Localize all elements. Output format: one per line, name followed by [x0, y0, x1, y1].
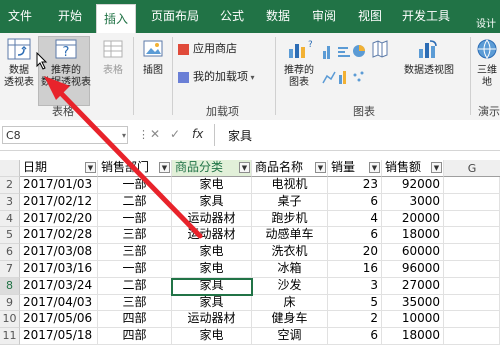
mouse-cursor-icon	[36, 52, 48, 70]
annotation-arrow	[44, 76, 203, 239]
